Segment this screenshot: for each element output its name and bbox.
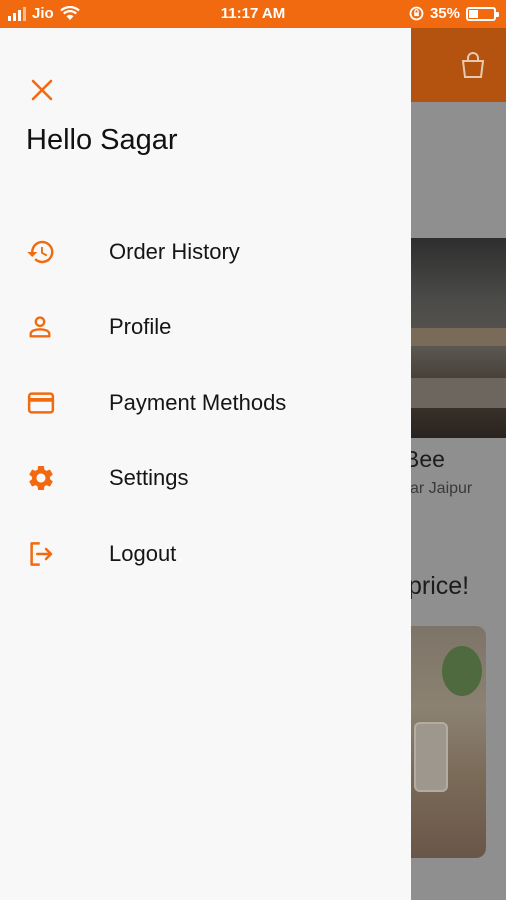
menu-item-order-history[interactable]: Order History xyxy=(0,214,411,290)
navigation-drawer: Hello Sagar Order History Profile Paymen… xyxy=(0,28,411,900)
orientation-lock-icon xyxy=(409,6,424,21)
promo-photo[interactable] xyxy=(398,626,486,858)
battery-percent: 35% xyxy=(429,5,460,22)
restaurant-photo[interactable] xyxy=(400,238,506,438)
menu-item-label: Order History xyxy=(109,238,240,264)
menu-item-settings[interactable]: Settings xyxy=(0,441,411,517)
menu-item-label: Logout xyxy=(109,540,177,566)
status-bar: Jio 11:17 AM 35% xyxy=(0,0,506,28)
photo-detail xyxy=(400,328,506,346)
credit-card-icon xyxy=(26,386,76,420)
menu-item-label: Settings xyxy=(109,465,189,491)
shopping-bag-icon[interactable] xyxy=(458,50,488,80)
menu-item-label: Profile xyxy=(109,314,172,340)
photo-detail xyxy=(414,722,448,792)
history-icon xyxy=(26,235,76,269)
menu-item-payment-methods[interactable]: Payment Methods xyxy=(0,365,411,441)
drawer-menu: Order History Profile Payment Methods Se… xyxy=(0,214,411,592)
menu-item-label: Payment Methods xyxy=(109,389,287,415)
photo-detail xyxy=(400,378,506,408)
close-button[interactable] xyxy=(26,74,58,106)
status-right: 35% xyxy=(409,5,499,22)
close-icon xyxy=(31,79,53,101)
menu-item-logout[interactable]: Logout xyxy=(0,516,411,592)
menu-item-profile[interactable]: Profile xyxy=(0,290,411,366)
greeting-text: Hello Sagar xyxy=(26,124,178,156)
restaurant-location: ar Jaipur xyxy=(410,480,473,497)
photo-detail xyxy=(442,646,482,696)
gear-icon xyxy=(26,461,76,495)
battery-level-fill xyxy=(469,9,479,18)
person-icon xyxy=(26,310,76,344)
battery-icon xyxy=(466,6,499,21)
logout-icon xyxy=(26,537,76,571)
promo-heading: price! xyxy=(408,572,470,600)
